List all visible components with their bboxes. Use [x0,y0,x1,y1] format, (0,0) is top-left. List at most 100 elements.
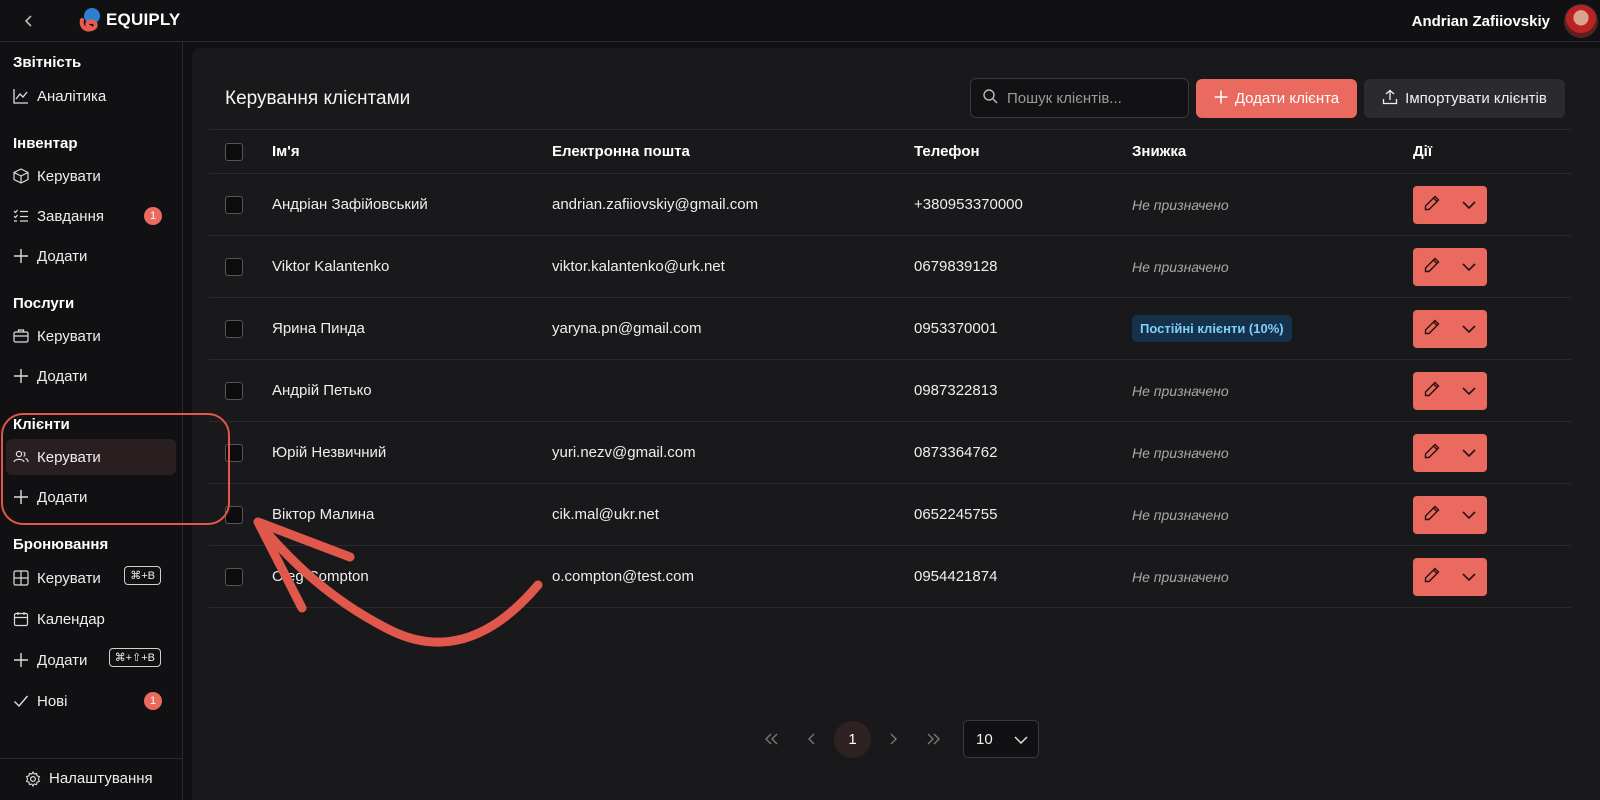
client-phone: 0652245755 [914,506,998,523]
page-size-select[interactable]: 10 [963,720,1039,758]
discount-value: Не призначено [1132,444,1229,461]
chevron-down-icon [1461,568,1476,585]
row-checkbox[interactable] [225,257,243,276]
column-header-phone[interactable]: Телефон [914,130,980,173]
table-row: Oleg Compton o.compton@test.com 09544218… [209,546,1571,608]
page-number-current[interactable]: 1 [834,720,871,758]
import-clients-label: Імпортувати клієнтів [1405,90,1547,107]
row-actions-dropdown-button[interactable] [1450,496,1487,534]
avatar[interactable] [1564,4,1598,38]
sidebar-item-analytics[interactable]: Аналітика [6,78,176,114]
edit-button[interactable] [1413,558,1450,596]
edit-button[interactable] [1413,186,1450,224]
sidebar-item-inventory-manage[interactable]: Керувати [6,158,176,194]
client-phone: 0987322813 [914,382,998,399]
row-checkbox[interactable] [225,505,243,524]
box-icon [13,168,29,184]
edit-button[interactable] [1413,310,1450,348]
client-email: viktor.kalantenko@urk.net [552,258,725,275]
column-header-name[interactable]: Ім'я [272,130,300,173]
chevron-down-icon [1461,196,1476,213]
row-checkbox[interactable] [225,443,243,462]
sidebar-item-clients-manage[interactable]: Керувати [6,439,176,475]
column-header-discount[interactable]: Знижка [1132,130,1186,173]
row-actions-dropdown-button[interactable] [1450,186,1487,224]
prev-page-icon[interactable] [792,720,832,758]
discount-value: Не призначено [1132,506,1229,523]
client-email: cik.mal@ukr.net [552,506,659,523]
main-panel: Керування клієнтами Додати клієнта Імпор… [192,48,1600,800]
search-field[interactable] [970,78,1189,118]
app-logo[interactable]: EQUIPLY [78,6,180,34]
edit-button[interactable] [1413,496,1450,534]
edit-button[interactable] [1413,248,1450,286]
select-all-checkbox[interactable] [225,142,243,161]
sidebar-item-label: Керувати [37,569,101,587]
user-menu[interactable]: Andrian Zafiiovskiy [1412,4,1598,38]
table-header-row: Ім'я Електронна пошта Телефон Знижка Дії [209,129,1571,174]
row-actions-dropdown-button[interactable] [1450,372,1487,410]
row-actions [1413,557,1487,596]
first-page-icon[interactable] [752,720,792,758]
new-bookings-badge: 1 [144,692,162,710]
sidebar-item-new-bookings[interactable]: Нові 1 [6,683,176,719]
sidebar-item-calendar[interactable]: Календар [6,601,176,637]
gear-icon [25,770,41,787]
import-clients-button[interactable]: Імпортувати клієнтів [1364,79,1565,118]
row-actions-dropdown-button[interactable] [1450,558,1487,596]
client-name: Viktor Kalantenko [272,258,390,275]
chevron-down-icon [1461,444,1476,461]
section-title-bookings: Бронювання [13,536,109,553]
briefcase-icon [13,328,29,344]
chevron-down-icon [1461,320,1476,337]
edit-button[interactable] [1413,434,1450,472]
row-checkbox[interactable] [225,381,243,400]
table-row: Андріан Зафійовський andrian.zafiiovskiy… [209,174,1571,236]
sidebar-item-bookings-manage[interactable]: Керувати ⌘+B [6,560,176,596]
row-actions [1413,371,1487,410]
sidebar-item-label: Аналітика [37,87,107,105]
row-checkbox[interactable] [225,319,243,338]
row-actions-dropdown-button[interactable] [1450,310,1487,348]
add-client-label: Додати клієнта [1234,90,1340,107]
shortcut-hint: ⌘+B [124,566,161,585]
search-icon [982,88,998,109]
client-name: Юрій Незвичний [272,444,387,461]
sidebar-item-tasks[interactable]: Завдання 1 [6,198,176,234]
add-client-button[interactable]: Додати клієнта [1196,79,1357,118]
column-header-email[interactable]: Електронна пошта [552,130,690,173]
sidebar-item-bookings-add[interactable]: Додати ⌘+⇧+B [6,642,176,678]
list-check-icon [13,208,29,224]
search-input[interactable] [1007,89,1177,107]
edit-button[interactable] [1413,372,1450,410]
pencil-icon [1424,381,1440,401]
calendar-icon [13,611,29,627]
sidebar-item-services-add[interactable]: Додати [6,358,176,394]
plus-icon [13,248,29,264]
discount-value: Не призначено [1132,196,1229,213]
client-email: andrian.zafiiovskiy@gmail.com [552,196,759,213]
row-checkbox[interactable] [225,567,243,586]
next-page-icon[interactable] [873,720,913,758]
page-title: Керування клієнтами [225,88,411,109]
table-row: Viktor Kalantenko viktor.kalantenko@urk.… [209,236,1571,298]
sidebar-item-label: Додати [37,247,88,265]
sidebar-item-services-manage[interactable]: Керувати [6,318,176,354]
sidebar-item-clients-add[interactable]: Додати [6,479,176,515]
row-actions-dropdown-button[interactable] [1450,248,1487,286]
client-email: yuri.nezv@gmail.com [552,444,696,461]
settings-link[interactable]: Налаштування [25,770,153,787]
row-actions [1413,495,1487,534]
sidebar-footer: Налаштування [0,758,183,800]
plus-icon [13,368,29,384]
back-chevron-icon[interactable] [18,10,40,32]
chevron-down-icon [1461,382,1476,399]
row-checkbox[interactable] [225,195,243,214]
row-actions-dropdown-button[interactable] [1450,434,1487,472]
client-name: Ярина Пинда [272,320,365,337]
sidebar-item-label: Додати [37,488,88,506]
last-page-icon[interactable] [913,720,953,758]
chevron-down-icon [1461,506,1476,523]
top-bar: EQUIPLY Andrian Zafiiovskiy [0,0,1600,42]
sidebar-item-inventory-add[interactable]: Додати [6,238,176,274]
